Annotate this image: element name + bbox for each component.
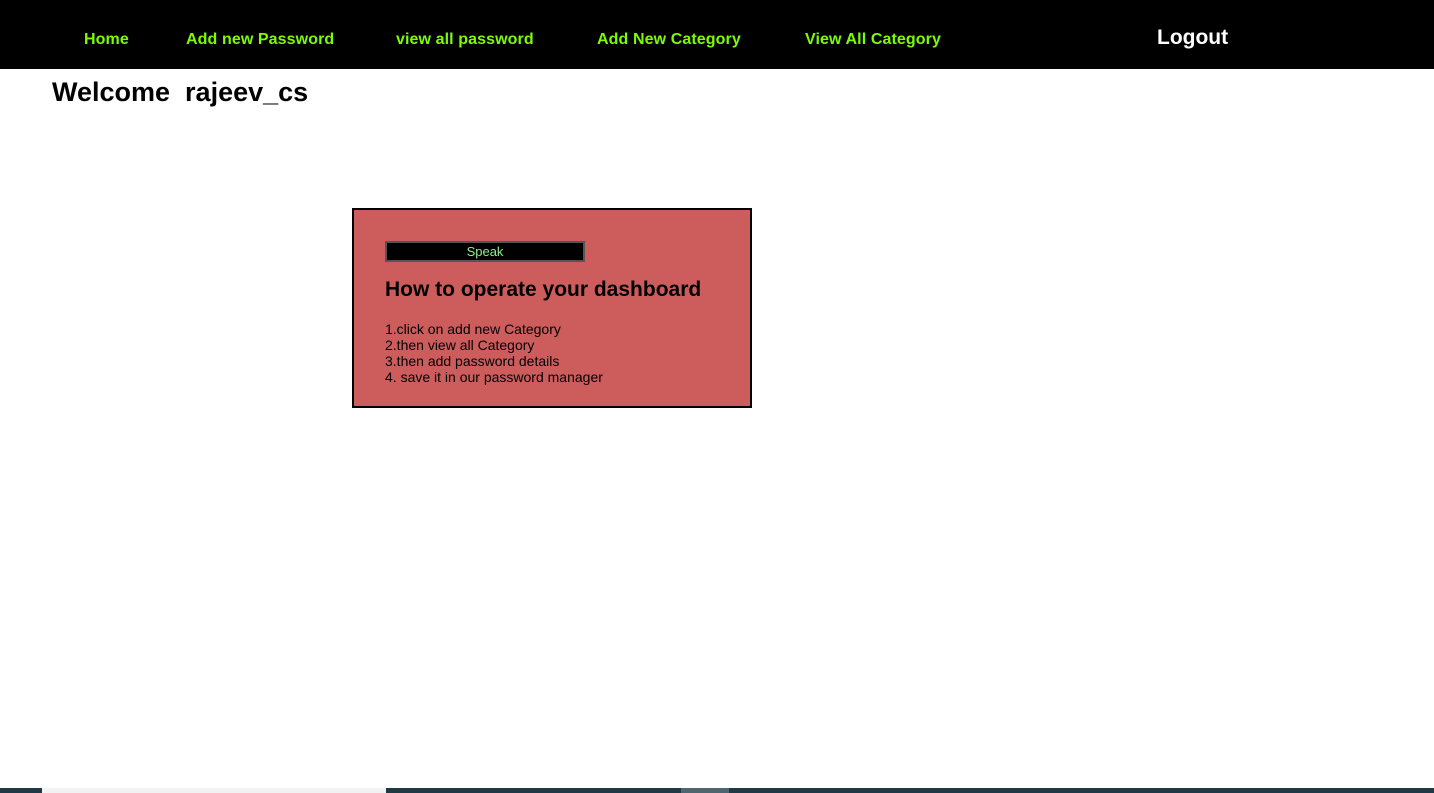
top-navbar: Home Add new Password view all password … <box>0 0 1434 69</box>
logout-link[interactable]: Logout <box>1157 26 1228 50</box>
nav-view-categories-link[interactable]: View All Category <box>805 31 941 49</box>
nav-home-link[interactable]: Home <box>84 31 129 49</box>
welcome-heading: Welcome rajeev_cs <box>52 77 309 107</box>
taskbar-active-segment <box>681 788 729 793</box>
card-title: How to operate your dashboard <box>385 278 702 301</box>
nav-view-passwords-link[interactable]: view all password <box>396 31 534 49</box>
nav-add-password-link[interactable]: Add new Password <box>186 31 334 49</box>
speak-button[interactable]: Speak <box>385 241 585 262</box>
instruction-step: 3.then add password details <box>385 353 560 369</box>
dashboard-help-card: Speak How to operate your dashboard 1.cl… <box>352 208 752 408</box>
taskbar-search-segment <box>42 788 386 793</box>
instruction-step: 4. save it in our password manager <box>385 369 603 385</box>
nav-add-category-link[interactable]: Add New Category <box>597 31 741 49</box>
instruction-steps-list: 1.click on add new Category 2.then view … <box>385 321 603 385</box>
instruction-step: 1.click on add new Category <box>385 321 561 337</box>
instruction-step: 2.then view all Category <box>385 337 535 353</box>
